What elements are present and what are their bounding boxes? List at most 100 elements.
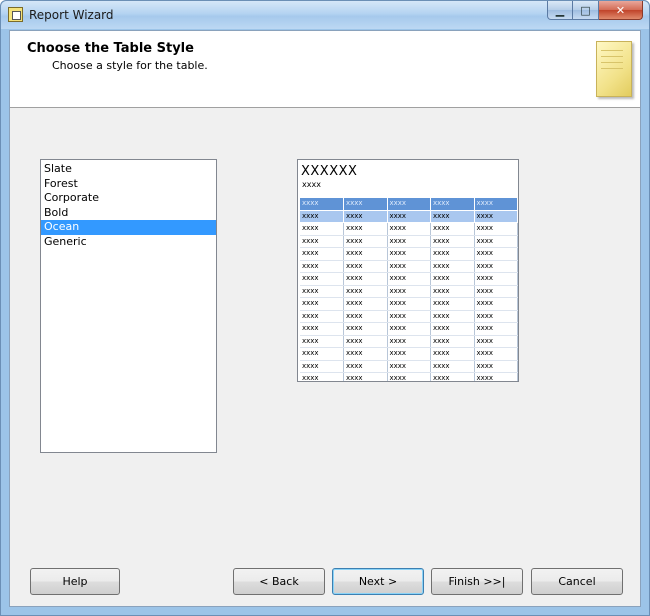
page-subtitle: Choose a style for the table. <box>52 59 208 72</box>
preview-cell: xxxx <box>343 210 388 223</box>
preview-cell: xxxx <box>474 322 518 336</box>
preview-cell: xxxx <box>343 272 388 286</box>
preview-cell: xxxx <box>474 285 518 298</box>
window-controls: ▁ □ ✕ <box>547 1 643 20</box>
preview-cell: xxxx <box>387 360 431 373</box>
preview-cell: xxxx <box>300 210 344 223</box>
preview-cell: xxxx <box>300 272 344 286</box>
preview-cell: xxxx <box>300 360 344 373</box>
preview-cell: xxxx <box>343 322 388 336</box>
preview-row: xxxx xxxx xxxx xxxx xxxx <box>300 235 518 248</box>
preview-cell: xxxx <box>430 335 475 348</box>
preview-cell: xxxx <box>387 297 431 311</box>
preview-cell: xxxx <box>300 297 344 311</box>
preview-cell: xxxx <box>430 198 475 211</box>
preview-row: xxxx xxxx xxxx xxxx xxxx <box>300 347 518 361</box>
preview-cell: xxxx <box>300 198 344 211</box>
preview-cell: xxxx <box>343 335 388 348</box>
preview-cell: xxxx <box>474 260 518 273</box>
help-button[interactable]: Help <box>30 568 120 595</box>
style-option-corporate[interactable]: Corporate <box>41 191 216 206</box>
preview-row: xxxx xxxx xxxx xxxx xxxx <box>300 360 518 373</box>
preview-subtitle: xxxx <box>302 180 321 189</box>
preview-cell: xxxx <box>300 347 344 361</box>
preview-cell: xxxx <box>430 322 475 336</box>
preview-row: xxxx xxxx xxxx xxxx xxxx <box>300 335 518 348</box>
cancel-button[interactable]: Cancel <box>531 568 623 595</box>
preview-cell: xxxx <box>430 222 475 236</box>
report-wizard-app-icon <box>8 7 23 22</box>
preview-cell: xxxx <box>343 235 388 248</box>
page-title: Choose the Table Style <box>27 41 194 56</box>
preview-cell: xxxx <box>300 222 344 236</box>
preview-row: xxxx xxxx xxxx xxxx xxxx <box>300 372 518 381</box>
preview-cell: xxxx <box>430 272 475 286</box>
table-style-listbox[interactable]: Slate Forest Corporate Bold Ocean Generic <box>40 159 217 453</box>
next-button[interactable]: Next > <box>332 568 424 595</box>
preview-cell: xxxx <box>300 310 344 323</box>
preview-row: xxxx xxxx xxxx xxxx xxxx <box>300 272 518 286</box>
preview-cell: xxxx <box>387 198 431 211</box>
back-button[interactable]: < Back <box>233 568 325 595</box>
minimize-button[interactable]: ▁ <box>547 1 573 20</box>
preview-row: xxxx xxxx xxxx xxxx xxxx <box>300 297 518 311</box>
preview-cell: xxxx <box>474 360 518 373</box>
finish-button[interactable]: Finish >>| <box>431 568 523 595</box>
preview-cell: xxxx <box>343 347 388 361</box>
preview-cell: xxxx <box>343 222 388 236</box>
notepad-icon <box>596 41 632 97</box>
preview-cell: xxxx <box>474 272 518 286</box>
preview-cell: xxxx <box>387 347 431 361</box>
preview-cell: xxxx <box>430 297 475 311</box>
title-bar[interactable]: Report Wizard ▁ □ ✕ <box>1 1 649 29</box>
preview-cell: xxxx <box>474 198 518 211</box>
preview-cell: xxxx <box>430 360 475 373</box>
style-option-slate[interactable]: Slate <box>41 162 216 177</box>
preview-cell: xxxx <box>430 260 475 273</box>
preview-row: xxxx xxxx xxxx xxxx xxxx <box>300 322 518 336</box>
preview-table: xxxx xxxx xxxx xxxx xxxx xxxx xxxx xxxx xxxx xxxx… <box>300 198 518 381</box>
preview-cell: xxxx <box>300 372 344 381</box>
preview-cell: xxxx <box>343 310 388 323</box>
preview-cell: xxxx <box>387 335 431 348</box>
preview-row: xxxx xxxx xxxx xxxx xxxx <box>300 247 518 261</box>
style-option-forest[interactable]: Forest <box>41 177 216 192</box>
preview-cell: xxxx <box>387 285 431 298</box>
preview-row: xxxx xxxx xxxx xxxx xxxx <box>300 210 518 223</box>
preview-cell: xxxx <box>387 235 431 248</box>
preview-cell: xxxx <box>474 335 518 348</box>
preview-cell: xxxx <box>387 222 431 236</box>
preview-cell: xxxx <box>387 272 431 286</box>
preview-cell: xxxx <box>300 247 344 261</box>
preview-cell: xxxx <box>474 297 518 311</box>
close-button[interactable]: ✕ <box>599 1 643 20</box>
preview-header-row: xxxx xxxx xxxx xxxx xxxx <box>300 198 518 211</box>
style-option-generic[interactable]: Generic <box>41 235 216 250</box>
preview-cell: xxxx <box>343 360 388 373</box>
preview-cell: xxxx <box>343 247 388 261</box>
preview-cell: xxxx <box>474 347 518 361</box>
report-wizard-window: Report Wizard ▁ □ ✕ Choose the Table Sty… <box>0 0 650 616</box>
preview-cell: xxxx <box>430 347 475 361</box>
preview-cell: xxxx <box>387 322 431 336</box>
preview-row: xxxx xxxx xxxx xxxx xxxx <box>300 285 518 298</box>
preview-row: xxxx xxxx xxxx xxxx xxxx <box>300 222 518 236</box>
preview-cell: xxxx <box>474 247 518 261</box>
preview-cell: xxxx <box>474 210 518 223</box>
preview-cell: xxxx <box>430 285 475 298</box>
preview-cell: xxxx <box>343 260 388 273</box>
preview-cell: xxxx <box>300 285 344 298</box>
preview-cell: xxxx <box>343 285 388 298</box>
preview-cell: xxxx <box>343 372 388 381</box>
style-option-ocean[interactable]: Ocean <box>41 220 216 235</box>
preview-cell: xxxx <box>430 247 475 261</box>
style-option-bold[interactable]: Bold <box>41 206 216 221</box>
preview-cell: xxxx <box>300 322 344 336</box>
preview-cell: xxxx <box>387 310 431 323</box>
maximize-button[interactable]: □ <box>573 1 599 20</box>
preview-cell: xxxx <box>430 310 475 323</box>
preview-cell: xxxx <box>474 310 518 323</box>
preview-row: xxxx xxxx xxxx xxxx xxxx <box>300 310 518 323</box>
wizard-header: Choose the Table Style Choose a style fo… <box>10 31 640 108</box>
preview-cell: xxxx <box>474 372 518 381</box>
